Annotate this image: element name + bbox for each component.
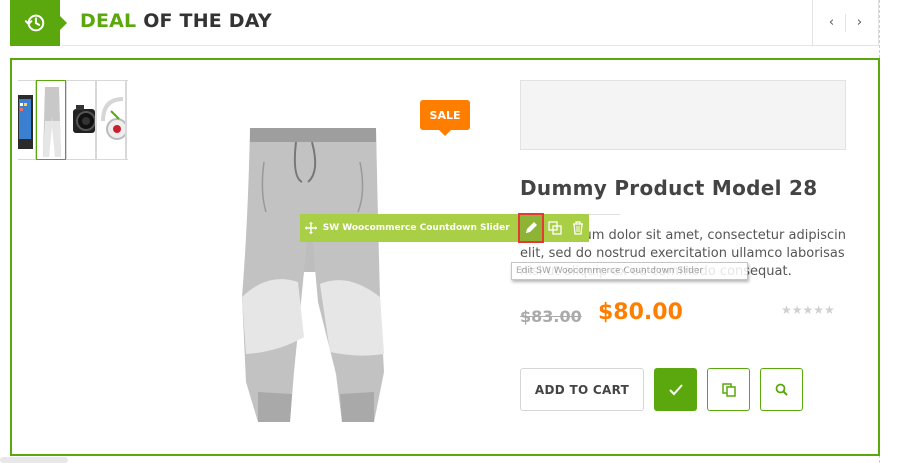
pencil-icon [525, 221, 537, 233]
duplicate-widget-button[interactable] [544, 214, 567, 242]
add-to-cart-button[interactable]: ADD TO CART [520, 368, 644, 411]
duplicate-icon [548, 221, 562, 235]
horizontal-scrollbar[interactable] [0, 457, 68, 463]
countdown-placeholder [520, 80, 846, 150]
chevron-right-icon: › [856, 15, 863, 30]
chevron-left-icon: ‹ [828, 15, 835, 30]
section-title: DEAL OF THE DAY [80, 10, 272, 32]
slider-nav: ‹ › [812, 0, 879, 46]
prev-button[interactable]: ‹ [818, 13, 845, 33]
product-image[interactable] [238, 122, 388, 430]
compare-button[interactable] [707, 368, 750, 411]
search-icon [775, 383, 788, 396]
thumb-pants[interactable] [36, 80, 66, 160]
section-title-accent: DEAL [80, 10, 137, 32]
header-divider [62, 45, 880, 46]
widget-name-label: SW Woocommerce Countdown Slider [322, 223, 510, 233]
edit-tooltip: Edit SW Woocommerce Countdown Slider [511, 262, 748, 280]
copy-icon [721, 382, 736, 397]
rating-stars: ★★★★★ [781, 303, 835, 317]
thumb-phone[interactable] [18, 80, 36, 160]
delete-widget-button[interactable] [566, 214, 589, 242]
thumbnail-strip [18, 80, 128, 160]
deal-icon-box [10, 0, 67, 46]
thumb-headphones[interactable] [96, 80, 126, 160]
thumb-headphones-2[interactable] [126, 80, 128, 160]
move-icon [305, 222, 318, 234]
regular-price: $83.00 [520, 307, 582, 326]
quick-view-button[interactable] [760, 368, 803, 411]
widget-edit-toolbar: SW Woocommerce Countdown Slider [300, 212, 589, 243]
sale-badge: SALE [420, 100, 470, 136]
sale-price: $80.00 [598, 300, 683, 325]
edit-widget-button[interactable] [517, 212, 544, 243]
thumb-camera[interactable] [66, 80, 96, 160]
move-handle[interactable] [300, 214, 323, 242]
section-title-rest: OF THE DAY [136, 10, 272, 32]
check-icon [668, 383, 683, 395]
next-button[interactable]: › [846, 13, 873, 33]
trash-icon [572, 221, 583, 235]
history-icon [24, 14, 45, 32]
wishlist-button[interactable] [654, 368, 697, 411]
product-title[interactable]: Dummy Product Model 28 [520, 176, 818, 200]
